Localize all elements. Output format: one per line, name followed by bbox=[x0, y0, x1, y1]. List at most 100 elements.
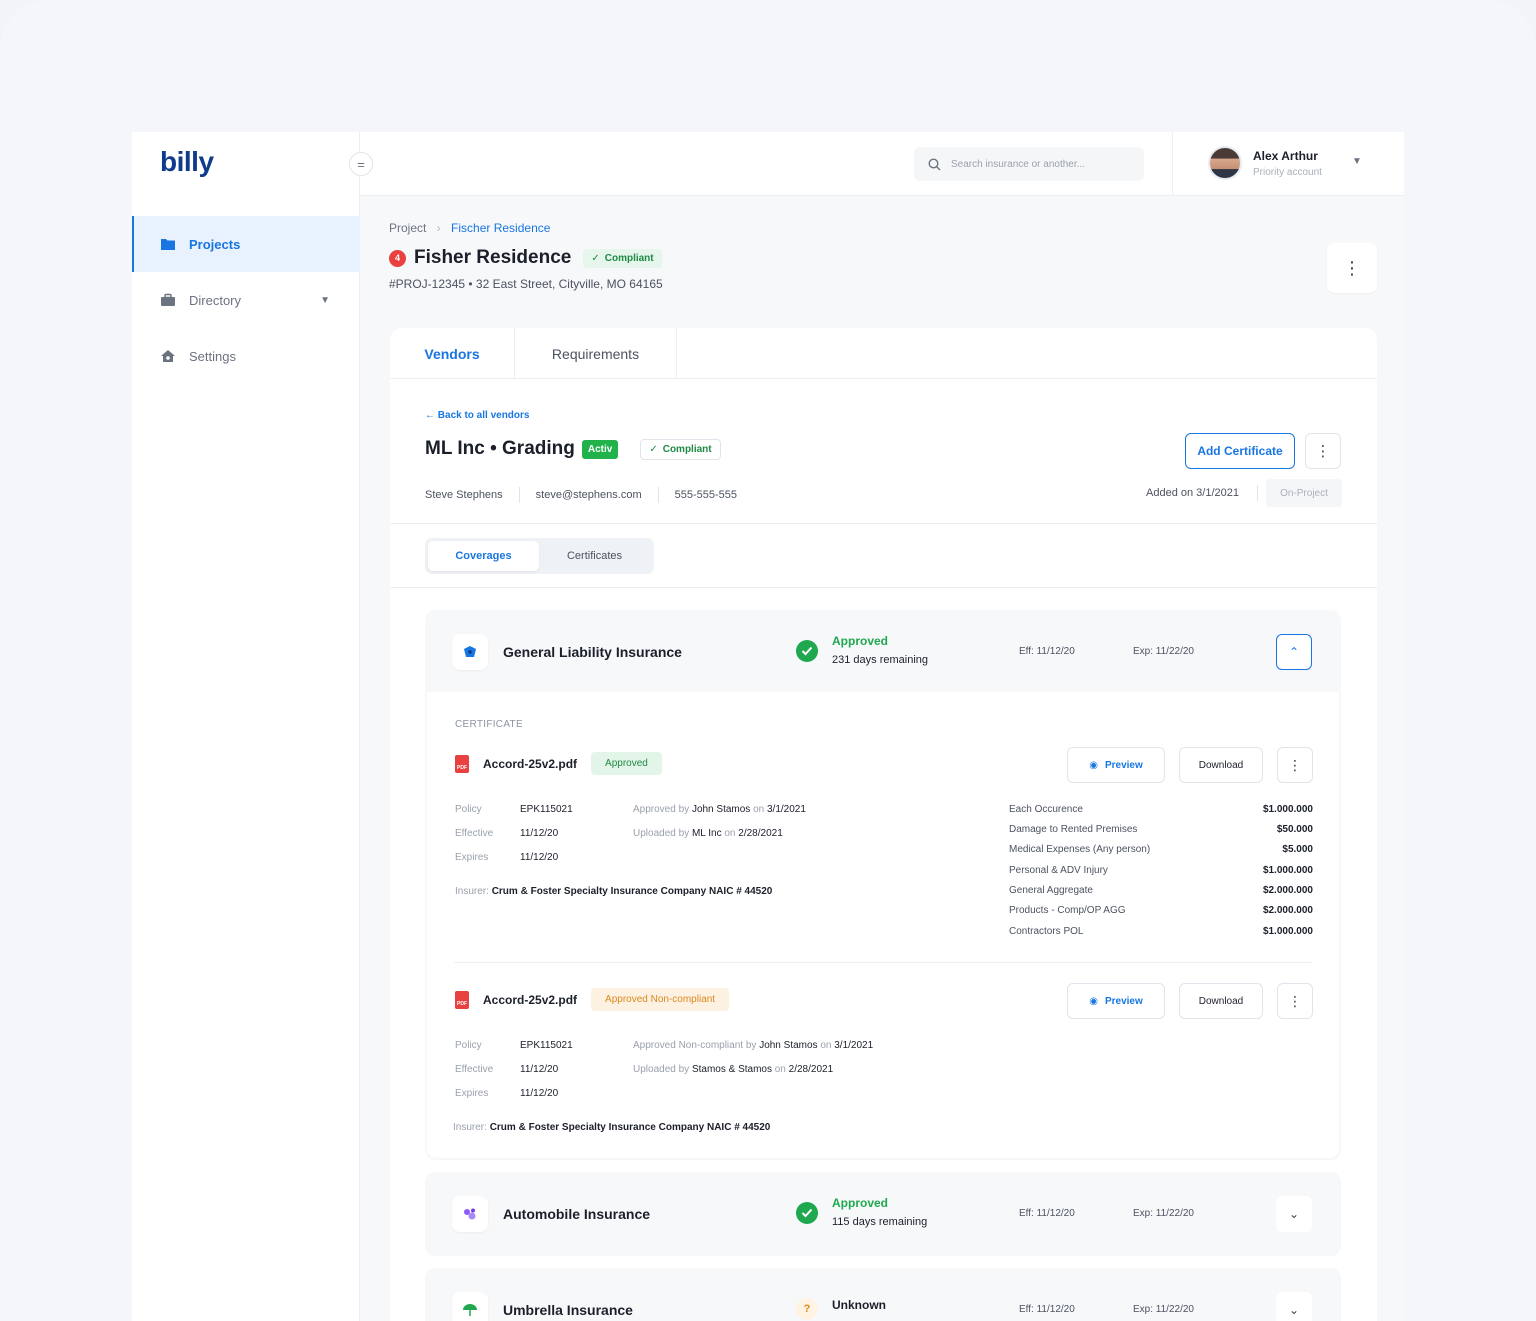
sidebar-item-directory[interactable]: Directory ▼ bbox=[132, 272, 360, 328]
limit-label: Products - Comp/OP AGG bbox=[1009, 905, 1126, 916]
preview-button[interactable]: ◉ Preview bbox=[1067, 747, 1165, 783]
project-meta: #PROJ-12345 • 32 East Street, Cityville,… bbox=[389, 277, 663, 291]
vendor-contacts: Steve Stephens steve@stephens.com 555-55… bbox=[425, 487, 737, 503]
subtab-certificates[interactable]: Certificates bbox=[539, 541, 650, 571]
certificate-section-label: CERTIFICATE bbox=[455, 719, 523, 730]
search-icon bbox=[928, 157, 941, 170]
breadcrumb-root[interactable]: Project bbox=[389, 221, 426, 235]
tab-bar: Vendors Requirements bbox=[390, 328, 1377, 379]
expires-value: 11/12/20 bbox=[520, 852, 559, 863]
notification-badge[interactable]: 4 bbox=[389, 249, 406, 267]
sidebar-item-label: Projects bbox=[189, 236, 241, 252]
avatar[interactable] bbox=[1208, 146, 1242, 180]
search-input[interactable]: Search insurance or another... bbox=[914, 147, 1144, 181]
coverage-umbrella[interactable]: Umbrella Insurance ? Unknown Eff: 11/12/… bbox=[425, 1268, 1341, 1321]
insurer-name: Crum & Foster Specialty Insurance Compan… bbox=[489, 1122, 771, 1133]
vendor-more-button[interactable]: ⋮ bbox=[1305, 433, 1341, 469]
approval-info: Approved Non-compliant by John Stamos on… bbox=[633, 1040, 873, 1051]
pdf-file-icon: PDF bbox=[455, 990, 469, 1009]
certificate-file-row: PDF Accord-25v2.pdf Approved Non-complia… bbox=[455, 988, 730, 1011]
upload-prefix: Uploaded by bbox=[633, 1064, 690, 1075]
breadcrumb-current[interactable]: Fischer Residence bbox=[451, 221, 550, 235]
coverage-expiry: Exp: 11/22/20 bbox=[1133, 646, 1194, 657]
upload-on: on bbox=[774, 1064, 786, 1075]
chevron-down-icon: ⌄ bbox=[1288, 1207, 1300, 1221]
sidebar-item-label: Directory bbox=[189, 292, 242, 308]
tab-requirements[interactable]: Requirements bbox=[515, 328, 676, 379]
home-gear-icon bbox=[161, 350, 175, 362]
pdf-icon-label: PDF bbox=[457, 1000, 467, 1007]
policy-label: Policy bbox=[455, 1040, 482, 1051]
limit-label: Personal & ADV Injury bbox=[1009, 865, 1108, 876]
added-on-date: Added on 3/1/2021 bbox=[1146, 487, 1239, 499]
project-more-button[interactable]: ⋮ bbox=[1327, 243, 1377, 293]
coverage-effective: Eff: 11/12/20 bbox=[1019, 1304, 1075, 1315]
coverage-automobile[interactable]: Automobile Insurance Approved 115 days r… bbox=[425, 1172, 1341, 1256]
expand-coverage-button[interactable]: ⌄ bbox=[1276, 1292, 1312, 1321]
coverage-header[interactable]: General Liability Insurance Approved 231… bbox=[425, 610, 1341, 692]
coverage-name: Umbrella Insurance bbox=[503, 1302, 633, 1318]
subtab-coverages[interactable]: Coverages bbox=[428, 541, 539, 571]
coverage-remaining: 115 days remaining bbox=[832, 1216, 928, 1228]
sidebar-collapse-button[interactable]: = bbox=[349, 152, 373, 176]
download-button[interactable]: Download bbox=[1179, 983, 1263, 1019]
file-name[interactable]: Accord-25v2.pdf bbox=[483, 757, 577, 771]
divider bbox=[518, 487, 520, 503]
coverage-details: CERTIFICATE PDF Accord-25v2.pdf Approved… bbox=[427, 692, 1339, 1158]
vendor-title-row: ML Inc • Grading Activ ✓ Compliant bbox=[425, 438, 721, 460]
contact-email[interactable]: steve@stephens.com bbox=[536, 489, 642, 501]
certificate-status-badge: Approved Non-compliant bbox=[591, 988, 730, 1011]
collapse-coverage-button[interactable]: ⌃ bbox=[1276, 634, 1312, 670]
policy-value: EPK115021 bbox=[520, 804, 573, 815]
search-placeholder: Search insurance or another... bbox=[951, 158, 1085, 170]
coverage-status: Unknown bbox=[832, 1298, 886, 1312]
pdf-icon-label: PDF bbox=[457, 764, 467, 771]
coverage-name: General Liability Insurance bbox=[503, 644, 682, 660]
approval-on: on bbox=[820, 1040, 832, 1051]
coverage-header[interactable]: Umbrella Insurance ? Unknown Eff: 11/12/… bbox=[425, 1268, 1341, 1321]
coverage-effective: Eff: 11/12/20 bbox=[1019, 646, 1075, 657]
certificate-status-badge: Approved bbox=[591, 752, 662, 775]
insurer-info: Insurer: Crum & Foster Specialty Insuran… bbox=[455, 886, 772, 897]
limit-label: Damage to Rented Premises bbox=[1009, 824, 1138, 835]
vendor-status-badge: ✓ Compliant bbox=[640, 438, 721, 460]
kebab-icon: ⋮ bbox=[1315, 443, 1331, 460]
sidebar-item-settings[interactable]: Settings bbox=[132, 328, 360, 384]
user-name: Alex Arthur bbox=[1253, 149, 1318, 163]
approval-info: Approved by John Stamos on 3/1/2021 bbox=[633, 804, 806, 815]
back-link-label: Back to all vendors bbox=[437, 410, 530, 421]
certificate-more-button[interactable]: ⋮ bbox=[1277, 747, 1313, 783]
kebab-icon: ⋮ bbox=[1288, 992, 1302, 1009]
active-badge: Activ bbox=[581, 439, 619, 459]
coverage-header[interactable]: Automobile Insurance Approved 115 days r… bbox=[425, 1172, 1341, 1254]
insurer-label: Insurer: bbox=[453, 1122, 487, 1133]
user-menu-chevron-icon[interactable]: ▼ bbox=[1352, 156, 1362, 167]
certificate-file-row: PDF Accord-25v2.pdf Approved bbox=[455, 752, 662, 775]
pdf-file-icon: PDF bbox=[455, 754, 469, 773]
add-certificate-button[interactable]: Add Certificate bbox=[1185, 433, 1295, 469]
app-window: billy Projects Directory ▼ Settings = Se… bbox=[132, 132, 1404, 1321]
logo[interactable]: billy bbox=[160, 146, 214, 178]
file-name[interactable]: Accord-25v2.pdf bbox=[483, 993, 577, 1007]
upload-on: on bbox=[724, 828, 736, 839]
check-icon: ✓ bbox=[591, 252, 600, 264]
user-account-type: Priority account bbox=[1253, 167, 1322, 178]
policy-label: Policy bbox=[455, 804, 482, 815]
limit-label: Contractors POL bbox=[1009, 926, 1084, 937]
expand-coverage-button[interactable]: ⌄ bbox=[1276, 1196, 1312, 1232]
contact-name: Steve Stephens bbox=[425, 489, 503, 501]
contact-phone[interactable]: 555-555-555 bbox=[675, 489, 737, 501]
download-button[interactable]: Download bbox=[1179, 747, 1263, 783]
preview-button[interactable]: ◉ Preview bbox=[1067, 983, 1165, 1019]
tab-vendors[interactable]: Vendors bbox=[390, 328, 514, 379]
effective-value: 11/12/20 bbox=[520, 828, 559, 839]
vendor-card: Vendors Requirements ← Back to all vendo… bbox=[390, 328, 1377, 1321]
limit-value: $5.000 bbox=[1282, 844, 1313, 855]
sidebar-item-projects[interactable]: Projects bbox=[132, 216, 360, 272]
effective-value: 11/12/20 bbox=[520, 1064, 559, 1075]
eye-icon: ◉ bbox=[1089, 759, 1098, 771]
certificate-more-button[interactable]: ⋮ bbox=[1277, 983, 1313, 1019]
back-to-vendors-link[interactable]: ← Back to all vendors bbox=[425, 410, 529, 421]
coverage-general-liability: General Liability Insurance Approved 231… bbox=[425, 610, 1341, 1160]
kebab-icon: ⋮ bbox=[1288, 756, 1302, 773]
